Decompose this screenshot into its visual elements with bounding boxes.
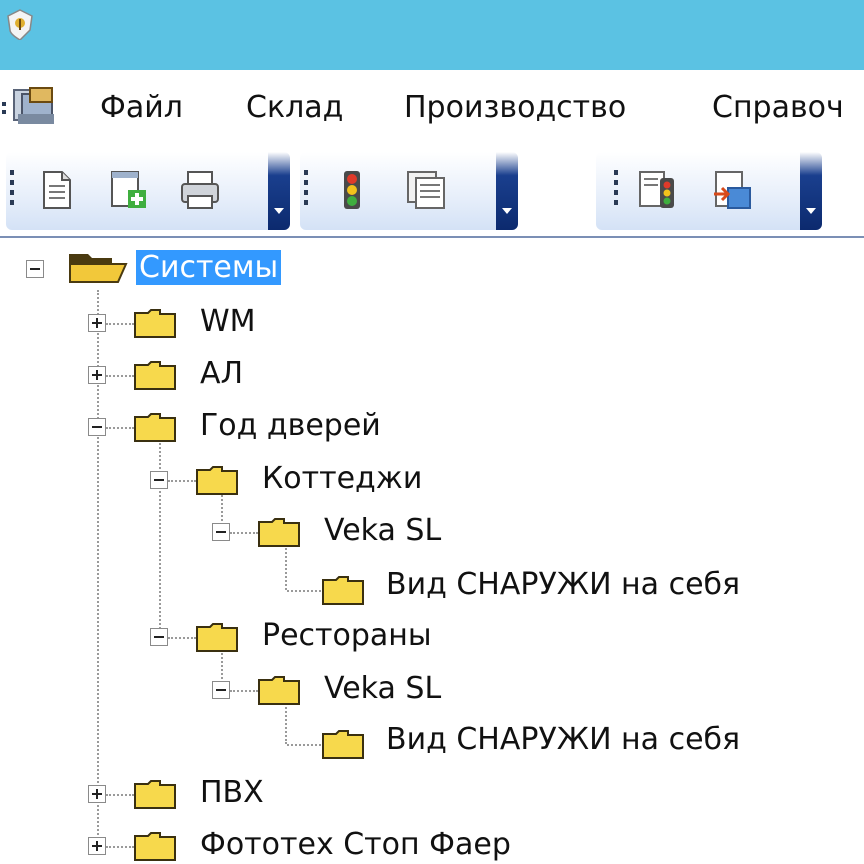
folder-icon bbox=[258, 518, 300, 547]
tree-node-veka-sl[interactable]: Veka SL bbox=[324, 513, 441, 548]
tree-node-al[interactable]: АЛ bbox=[200, 356, 243, 391]
tree-line bbox=[285, 540, 287, 590]
collapse-toggle[interactable] bbox=[88, 418, 106, 436]
tree-node-fototex[interactable]: Фототех Стоп Фаер bbox=[200, 827, 511, 862]
traffic-light-document-icon[interactable] bbox=[636, 168, 680, 212]
tree-line bbox=[106, 375, 134, 377]
printer-icon[interactable] bbox=[178, 168, 222, 212]
tree-node-cottages[interactable]: Коттеджи bbox=[262, 461, 422, 496]
folder-icon bbox=[134, 361, 176, 390]
tree-line bbox=[285, 700, 287, 744]
tree-node-vid-snaruzhi[interactable]: Вид СНАРУЖИ на себя bbox=[386, 567, 740, 602]
folder-icon bbox=[134, 832, 176, 861]
open-folder-icon bbox=[69, 254, 128, 283]
toolbar-grip[interactable] bbox=[10, 170, 14, 210]
toolbar-group-status bbox=[300, 152, 518, 230]
tree-line bbox=[230, 690, 258, 692]
tree-line bbox=[106, 323, 134, 325]
folder-icon bbox=[196, 466, 238, 495]
toolbar-group-documents bbox=[596, 152, 822, 230]
collapse-toggle[interactable] bbox=[150, 628, 168, 646]
tree-line bbox=[168, 637, 196, 639]
tree-line bbox=[106, 794, 134, 796]
collapse-toggle[interactable] bbox=[150, 471, 168, 489]
tree-node-vid-snaruzhi[interactable]: Вид СНАРУЖИ на себя bbox=[386, 722, 740, 757]
tree-view[interactable] bbox=[0, 238, 864, 864]
expand-toggle[interactable] bbox=[88, 837, 106, 855]
toolbar-dropdown[interactable] bbox=[268, 152, 290, 230]
folder-icon bbox=[134, 780, 176, 809]
tree-node-pvc[interactable]: ПВХ bbox=[200, 775, 264, 810]
tree-line bbox=[230, 532, 258, 534]
expand-toggle[interactable] bbox=[88, 366, 106, 384]
add-document-icon[interactable] bbox=[106, 168, 150, 212]
folder-icon bbox=[322, 576, 364, 605]
tree-line bbox=[287, 590, 321, 592]
tree-line bbox=[287, 744, 321, 746]
list-window-icon[interactable] bbox=[404, 168, 448, 212]
tree-line bbox=[106, 427, 134, 429]
toolbar-dropdown[interactable] bbox=[496, 152, 518, 230]
tree-node-god-dverei[interactable]: Год дверей bbox=[200, 408, 381, 443]
menu-reference[interactable]: Справоч bbox=[712, 90, 844, 125]
tree-line bbox=[106, 846, 134, 848]
collapse-toggle[interactable] bbox=[26, 260, 44, 278]
menu-warehouse[interactable]: Склад bbox=[246, 90, 343, 125]
expand-toggle[interactable] bbox=[88, 785, 106, 803]
toolbar-grip[interactable] bbox=[614, 170, 618, 210]
tree-node-veka-sl[interactable]: Veka SL bbox=[324, 671, 441, 706]
folder-icon bbox=[134, 309, 176, 338]
folder-icon bbox=[196, 623, 238, 652]
document-icon[interactable] bbox=[34, 168, 78, 212]
app-logo-icon bbox=[2, 87, 54, 124]
tree-line bbox=[168, 480, 196, 482]
tree-line bbox=[159, 436, 161, 636]
menu-production[interactable]: Производство bbox=[404, 90, 626, 125]
traffic-light-icon[interactable] bbox=[330, 168, 374, 212]
folder-icon bbox=[134, 413, 176, 442]
tree-node-restaurants[interactable]: Рестораны bbox=[262, 618, 432, 653]
collapse-toggle[interactable] bbox=[212, 681, 230, 699]
tree-node-systems[interactable]: Системы bbox=[136, 250, 282, 285]
title-bar bbox=[0, 0, 864, 70]
toolbar-group-file bbox=[6, 152, 290, 230]
expand-toggle[interactable] bbox=[88, 314, 106, 332]
toolbar-grip[interactable] bbox=[304, 170, 308, 210]
folder-icon bbox=[258, 676, 300, 705]
collapse-toggle[interactable] bbox=[212, 523, 230, 541]
tree-node-wm[interactable]: WM bbox=[200, 304, 256, 339]
export-document-icon[interactable] bbox=[710, 168, 754, 212]
folder-icon bbox=[322, 730, 364, 759]
menu-file[interactable]: Файл bbox=[100, 90, 183, 125]
toolbar-dropdown[interactable] bbox=[800, 152, 822, 230]
app-shield-icon[interactable] bbox=[6, 8, 34, 40]
